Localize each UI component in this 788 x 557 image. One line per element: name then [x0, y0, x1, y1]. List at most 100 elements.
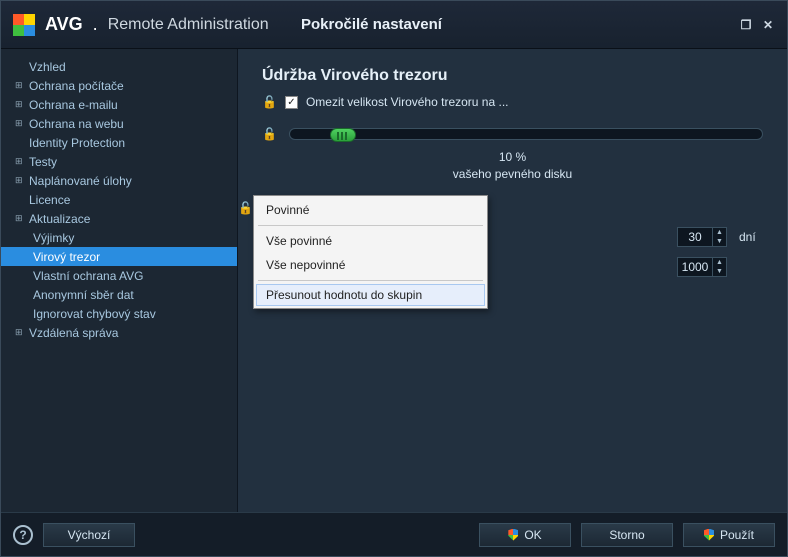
- expand-icon[interactable]: ⊞: [15, 156, 29, 167]
- page-title: Pokročilé nastavení: [301, 16, 442, 33]
- sidebar-item-vzhled[interactable]: Vzhled: [1, 57, 237, 76]
- sidebar-item-label: Naplánované úlohy: [29, 174, 132, 188]
- limit-size-label: Omezit velikost Virového trezoru na ...: [306, 95, 509, 109]
- spinner-arrows: ▲ ▼: [712, 228, 726, 246]
- spinner-up-icon[interactable]: ▲: [713, 228, 726, 237]
- lock-open-icon[interactable]: 🔓: [262, 127, 277, 141]
- expand-icon[interactable]: ⊞: [15, 175, 29, 186]
- sidebar-item-label: Aktualizace: [29, 212, 90, 226]
- expand-icon[interactable]: ⊞: [15, 118, 29, 129]
- sidebar: Vzhled ⊞Ochrana počítače ⊞Ochrana e-mail…: [1, 49, 238, 512]
- spinner-arrows: ▲ ▼: [712, 258, 726, 276]
- days-spinner[interactable]: ▲ ▼: [677, 227, 727, 247]
- main-panel: Údržba Virového trezoru 🔓 ✓ Omezit velik…: [238, 49, 787, 512]
- count-input[interactable]: [678, 260, 712, 274]
- slider-thumb-icon[interactable]: [330, 128, 356, 142]
- section-title: Údržba Virového trezoru: [262, 67, 763, 85]
- sidebar-item-label: Výjimky: [33, 231, 74, 245]
- app-logo: AVG. Remote Administration: [13, 14, 269, 36]
- sidebar-item-ochrana-emailu[interactable]: ⊞Ochrana e-mailu: [1, 95, 237, 114]
- context-menu-item-vse-povinne[interactable]: Vše povinné: [256, 229, 485, 253]
- spinner-down-icon[interactable]: ▼: [713, 267, 726, 276]
- menu-separator: [258, 225, 483, 226]
- shield-icon: [704, 529, 714, 541]
- sidebar-item-label: Identity Protection: [29, 136, 125, 150]
- button-label: Výchozí: [68, 528, 111, 542]
- size-slider-row: 🔓: [262, 127, 763, 141]
- restore-window-icon[interactable]: ❐: [739, 18, 753, 32]
- days-unit: dní: [739, 230, 763, 244]
- count-spinner[interactable]: ▲ ▼: [677, 257, 727, 277]
- limit-size-row: 🔓 ✓ Omezit velikost Virového trezoru na …: [262, 95, 763, 109]
- avg-logo-icon: [13, 14, 35, 36]
- settings-window: AVG. Remote Administration Pokročilé nas…: [0, 0, 788, 557]
- apply-button[interactable]: Použít: [683, 523, 775, 547]
- context-menu-label: Přesunout hodnotu do skupin: [266, 288, 422, 302]
- footer: ? Výchozí OK Storno Použít: [1, 512, 787, 556]
- lock-open-icon[interactable]: 🔓: [262, 95, 277, 109]
- slider-subcaption: vašeho pevného disku: [262, 166, 763, 183]
- spinner-down-icon[interactable]: ▼: [713, 237, 726, 246]
- sidebar-item-naplanovane-ulohy[interactable]: ⊞Naplánované úlohy: [1, 171, 237, 190]
- sidebar-item-label: Virový trezor: [33, 250, 100, 264]
- sidebar-item-ignorovat-chybovy-stav[interactable]: Ignorovat chybový stav: [1, 304, 237, 323]
- sidebar-item-identity-protection[interactable]: Identity Protection: [1, 133, 237, 152]
- sidebar-item-label: Ignorovat chybový stav: [33, 307, 156, 321]
- context-menu-item-povinne[interactable]: Povinné: [256, 198, 485, 222]
- sidebar-item-label: Anonymní sběr dat: [33, 288, 134, 302]
- button-label: OK: [524, 528, 541, 542]
- cancel-button[interactable]: Storno: [581, 523, 673, 547]
- sidebar-item-label: Vzhled: [29, 60, 66, 74]
- context-menu: Povinné Vše povinné Vše nepovinné Přesun…: [253, 195, 488, 309]
- sidebar-item-vzdalena-sprava[interactable]: ⊞Vzdálená správa: [1, 323, 237, 342]
- context-menu-item-vse-nepovinne[interactable]: Vše nepovinné: [256, 253, 485, 277]
- shield-icon: [508, 529, 518, 541]
- expand-icon[interactable]: ⊞: [15, 213, 29, 224]
- expand-icon[interactable]: ⊞: [15, 80, 29, 91]
- brand-avg: AVG: [45, 14, 83, 35]
- sidebar-item-label: Licence: [29, 193, 70, 207]
- size-slider[interactable]: [289, 128, 763, 140]
- expand-icon[interactable]: ⊞: [15, 327, 29, 338]
- sidebar-item-vyjimky[interactable]: Výjimky: [1, 228, 237, 247]
- button-label: Storno: [609, 528, 644, 542]
- sidebar-item-label: Ochrana počítače: [29, 79, 124, 93]
- sidebar-item-aktualizace[interactable]: ⊞Aktualizace: [1, 209, 237, 228]
- context-menu-label: Povinné: [266, 203, 309, 217]
- sidebar-item-licence[interactable]: Licence: [1, 190, 237, 209]
- sidebar-item-virovy-trezor[interactable]: Virový trezor: [1, 247, 237, 266]
- sidebar-item-vlastni-ochrana-avg[interactable]: Vlastní ochrana AVG: [1, 266, 237, 285]
- titlebar: AVG. Remote Administration Pokročilé nas…: [1, 1, 787, 49]
- context-menu-item-presunout[interactable]: Přesunout hodnotu do skupin: [256, 284, 485, 306]
- sidebar-item-label: Ochrana e-mailu: [29, 98, 118, 112]
- slider-percent: 10 %: [262, 149, 763, 166]
- context-menu-label: Vše povinné: [266, 234, 332, 248]
- help-icon[interactable]: ?: [13, 525, 33, 545]
- context-menu-label: Vše nepovinné: [266, 258, 345, 272]
- sidebar-item-ochrana-pocitace[interactable]: ⊞Ochrana počítače: [1, 76, 237, 95]
- brand-product: Remote Administration: [108, 16, 269, 34]
- spinner-up-icon[interactable]: ▲: [713, 258, 726, 267]
- default-button[interactable]: Výchozí: [43, 523, 135, 547]
- slider-caption: 10 % vašeho pevného disku: [262, 149, 763, 183]
- sidebar-item-label: Vzdálená správa: [29, 326, 118, 340]
- button-label: Použít: [720, 528, 754, 542]
- ok-button[interactable]: OK: [479, 523, 571, 547]
- count-row: ▲ ▼: [677, 257, 763, 277]
- sidebar-item-label: Testy: [29, 155, 57, 169]
- sidebar-item-anonymni-sber-dat[interactable]: Anonymní sběr dat: [1, 285, 237, 304]
- sidebar-item-ochrana-na-webu[interactable]: ⊞Ochrana na webu: [1, 114, 237, 133]
- expand-icon[interactable]: ⊞: [15, 99, 29, 110]
- sidebar-item-testy[interactable]: ⊞Testy: [1, 152, 237, 171]
- sidebar-item-label: Vlastní ochrana AVG: [33, 269, 144, 283]
- menu-separator: [258, 280, 483, 281]
- brand-dot: .: [93, 14, 98, 35]
- close-window-icon[interactable]: ✕: [761, 18, 775, 32]
- sidebar-item-label: Ochrana na webu: [29, 117, 124, 131]
- limit-size-checkbox[interactable]: ✓: [285, 96, 298, 109]
- days-input[interactable]: [678, 230, 712, 244]
- body: Vzhled ⊞Ochrana počítače ⊞Ochrana e-mail…: [1, 49, 787, 512]
- window-controls: ❐ ✕: [739, 18, 775, 32]
- days-row: ▲ ▼ dní: [677, 227, 763, 247]
- lock-open-icon[interactable]: 🔓: [238, 201, 253, 215]
